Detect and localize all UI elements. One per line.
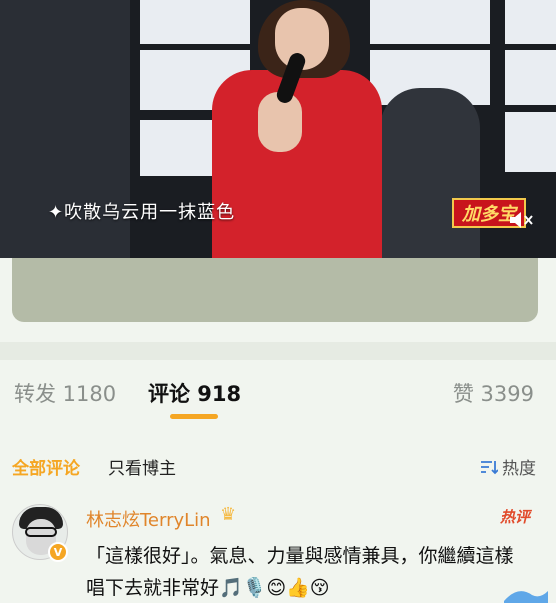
background-window bbox=[140, 0, 250, 44]
background-window bbox=[370, 0, 490, 44]
action-tabs: 转发 1180 评论 918 赞 3399 bbox=[0, 372, 556, 416]
tab-like[interactable]: 赞 3399 bbox=[453, 378, 534, 408]
comment-username[interactable]: 林志炫TerryLin bbox=[86, 506, 211, 532]
sort-icon bbox=[481, 460, 498, 474]
filter-all-comments[interactable]: 全部评论 bbox=[12, 454, 80, 479]
video-player[interactable]: ✦吹散乌云用一抹蓝色 加多宝 bbox=[0, 0, 556, 258]
background-window bbox=[505, 112, 556, 172]
comment-text: 「這樣很好」。氣息、力量與感情兼具，你繼續這樣唱下去就非常好🎵🎙️😊👍😚 bbox=[86, 545, 514, 599]
background-window bbox=[505, 0, 556, 44]
sort-button[interactable]: 热度 bbox=[480, 454, 536, 479]
comment-filters: 全部评论 只看博主 热度 bbox=[0, 450, 556, 480]
lyric-subtitle: ✦吹散乌云用一抹蓝色 bbox=[48, 202, 236, 223]
verified-badge-icon: V bbox=[48, 542, 68, 562]
tab-comment[interactable]: 评论 918 bbox=[148, 378, 241, 408]
video-card-footer bbox=[12, 258, 538, 322]
crown-icon: ♛ bbox=[220, 504, 237, 525]
wave-icon bbox=[504, 591, 548, 603]
tab-repost[interactable]: 转发 1180 bbox=[14, 378, 116, 408]
active-tab-indicator bbox=[170, 414, 218, 419]
avatar-glasses bbox=[25, 527, 57, 537]
section-divider bbox=[0, 342, 556, 360]
filter-op-only[interactable]: 只看博主 bbox=[108, 454, 176, 479]
background-window bbox=[505, 50, 556, 105]
hot-comment-tag: 热评 bbox=[499, 508, 530, 526]
sort-label: 热度 bbox=[502, 459, 536, 479]
speaker-mute-icon[interactable] bbox=[508, 210, 534, 230]
background-person bbox=[380, 88, 480, 258]
